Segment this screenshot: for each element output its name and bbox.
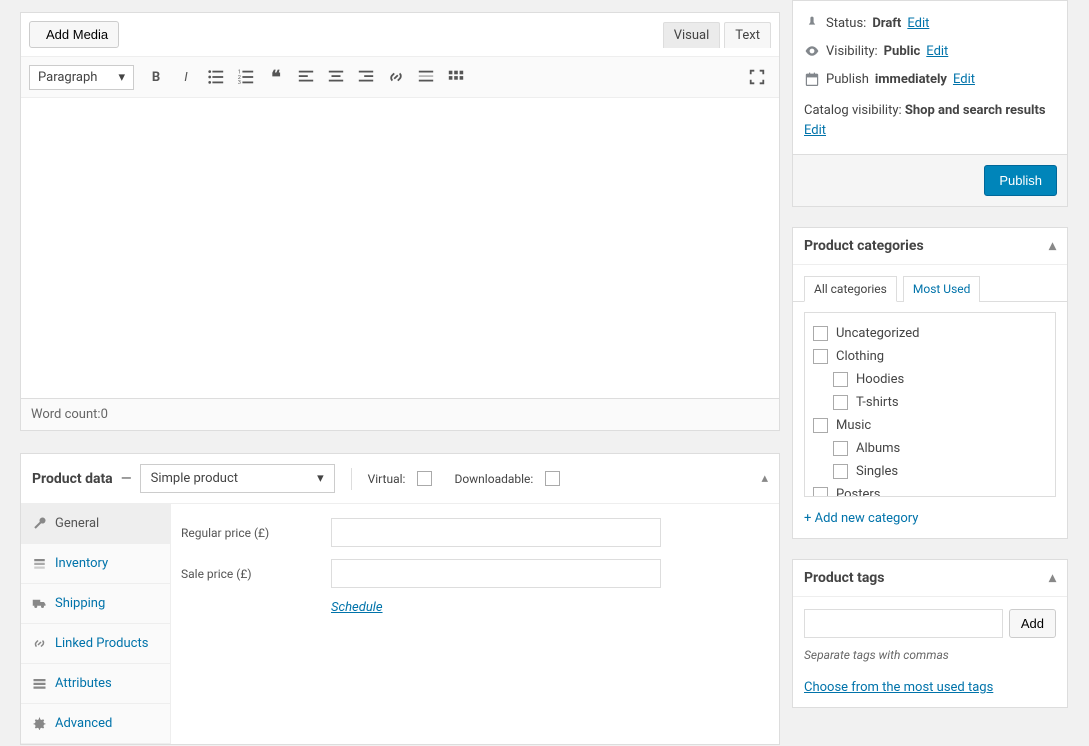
numbered-list-button[interactable]: 123 (232, 63, 260, 91)
attributes-icon (32, 676, 47, 691)
publish-value: immediately (875, 72, 947, 87)
schedule-link[interactable]: Schedule (331, 600, 769, 615)
italic-button[interactable]: I (172, 63, 200, 91)
category-checkbox[interactable] (833, 464, 848, 479)
category-checkbox[interactable] (813, 326, 828, 341)
tab-linked-products[interactable]: Linked Products (21, 624, 170, 664)
read-more-button[interactable] (412, 63, 440, 91)
downloadable-checkbox[interactable] (545, 471, 560, 486)
calendar-icon (804, 71, 820, 87)
category-checkbox[interactable] (833, 441, 848, 456)
wrench-icon (32, 516, 47, 531)
catalog-value: Shop and search results (905, 103, 1046, 118)
align-right-button[interactable] (352, 63, 380, 91)
align-left-button[interactable] (292, 63, 320, 91)
category-checkbox[interactable] (813, 418, 828, 433)
tab-general[interactable]: General (21, 504, 170, 544)
eye-icon (804, 43, 820, 59)
category-item[interactable]: T-shirts (833, 391, 1047, 414)
publish-edit-link[interactable]: Edit (953, 72, 975, 87)
regular-price-label: Regular price (£) (181, 526, 331, 540)
panel-toggle-icon[interactable]: ▴ (1049, 570, 1056, 586)
tab-inventory[interactable]: Inventory (21, 544, 170, 584)
pin-icon (804, 15, 820, 31)
tags-input[interactable] (804, 609, 1003, 638)
add-tag-button[interactable]: Add (1009, 609, 1056, 638)
editor-content-area[interactable] (21, 98, 779, 398)
word-count-label: Word count: (31, 407, 101, 422)
status-label: Status: (826, 16, 866, 31)
category-item[interactable]: Albums (833, 437, 1047, 460)
add-media-label: Add Media (46, 27, 108, 42)
add-media-button[interactable]: Add Media (29, 21, 119, 48)
tab-attributes[interactable]: Attributes (21, 664, 170, 704)
categories-title: Product categories (804, 238, 924, 254)
category-item[interactable]: Posters (813, 483, 1047, 497)
link-button[interactable] (382, 63, 410, 91)
tab-most-used[interactable]: Most Used (903, 276, 981, 302)
word-count-value: 0 (101, 407, 108, 422)
chevron-down-icon: ▾ (118, 70, 125, 85)
category-checkbox[interactable] (833, 395, 848, 410)
visibility-label: Visibility: (826, 44, 878, 59)
publish-metabox: Status: Draft Edit Visibility: Public Ed… (792, 0, 1068, 207)
inventory-icon (32, 556, 47, 571)
regular-price-input[interactable] (331, 518, 661, 547)
catalog-label: Catalog visibility: (804, 103, 902, 118)
tab-text[interactable]: Text (724, 22, 771, 48)
category-item[interactable]: Hoodies (833, 368, 1047, 391)
align-center-button[interactable] (322, 63, 350, 91)
downloadable-label: Downloadable: (454, 472, 533, 486)
tab-shipping[interactable]: Shipping (21, 584, 170, 624)
category-item[interactable]: Singles (833, 460, 1047, 483)
bold-button[interactable]: B (142, 63, 170, 91)
tags-metabox: Product tags ▴ Add Separate tags with co… (792, 559, 1068, 708)
choose-tags-link[interactable]: Choose from the most used tags (804, 680, 1056, 695)
blockquote-button[interactable]: ❝ (262, 63, 290, 91)
publish-label: Publish (826, 72, 869, 87)
tab-all-categories[interactable]: All categories (804, 276, 897, 302)
bullet-list-button[interactable] (202, 63, 230, 91)
editor-panel: Add Media Visual Text Paragraph ▾ B I 12… (20, 12, 780, 431)
gear-icon (32, 716, 47, 731)
categories-metabox: Product categories ▴ All categories Most… (792, 227, 1068, 539)
panel-toggle-icon[interactable]: ▴ (1049, 238, 1056, 254)
category-checkbox[interactable] (813, 349, 828, 364)
category-checkbox[interactable] (813, 487, 828, 497)
sale-price-input[interactable] (331, 559, 661, 588)
status-value: Draft (872, 16, 901, 31)
truck-icon (32, 596, 47, 611)
status-edit-link[interactable]: Edit (907, 16, 929, 31)
category-list[interactable]: Uncategorized Clothing Hoodies T-shirts … (804, 312, 1056, 497)
visibility-value: Public (884, 44, 921, 59)
category-checkbox[interactable] (833, 372, 848, 387)
add-new-category-link[interactable]: + Add new category (793, 507, 1067, 538)
product-type-dropdown[interactable]: Simple product ▾ (140, 464, 335, 493)
panel-toggle-icon[interactable]: ▴ (761, 471, 768, 486)
tab-advanced[interactable]: Advanced (21, 704, 170, 744)
virtual-checkbox[interactable] (417, 471, 432, 486)
product-data-title: Product data (32, 471, 113, 487)
tab-visual[interactable]: Visual (663, 22, 721, 48)
sale-price-label: Sale price (£) (181, 567, 331, 581)
category-item[interactable]: Clothing (813, 345, 1047, 368)
link-icon (32, 636, 47, 651)
paragraph-dropdown[interactable]: Paragraph ▾ (29, 65, 134, 90)
category-item[interactable]: Music (813, 414, 1047, 437)
fullscreen-button[interactable] (743, 63, 771, 91)
svg-text:3: 3 (238, 80, 241, 86)
publish-button[interactable]: Publish (984, 165, 1057, 196)
tags-hint: Separate tags with commas (804, 648, 1056, 662)
visibility-edit-link[interactable]: Edit (926, 44, 948, 59)
virtual-label: Virtual: (368, 472, 406, 486)
tags-title: Product tags (804, 570, 885, 586)
toolbar-toggle-button[interactable] (442, 63, 470, 91)
catalog-edit-link[interactable]: Edit (804, 123, 826, 138)
chevron-down-icon: ▾ (317, 471, 324, 486)
product-data-panel: Product data — Simple product ▾ Virtual:… (20, 453, 780, 745)
category-item[interactable]: Uncategorized (813, 322, 1047, 345)
